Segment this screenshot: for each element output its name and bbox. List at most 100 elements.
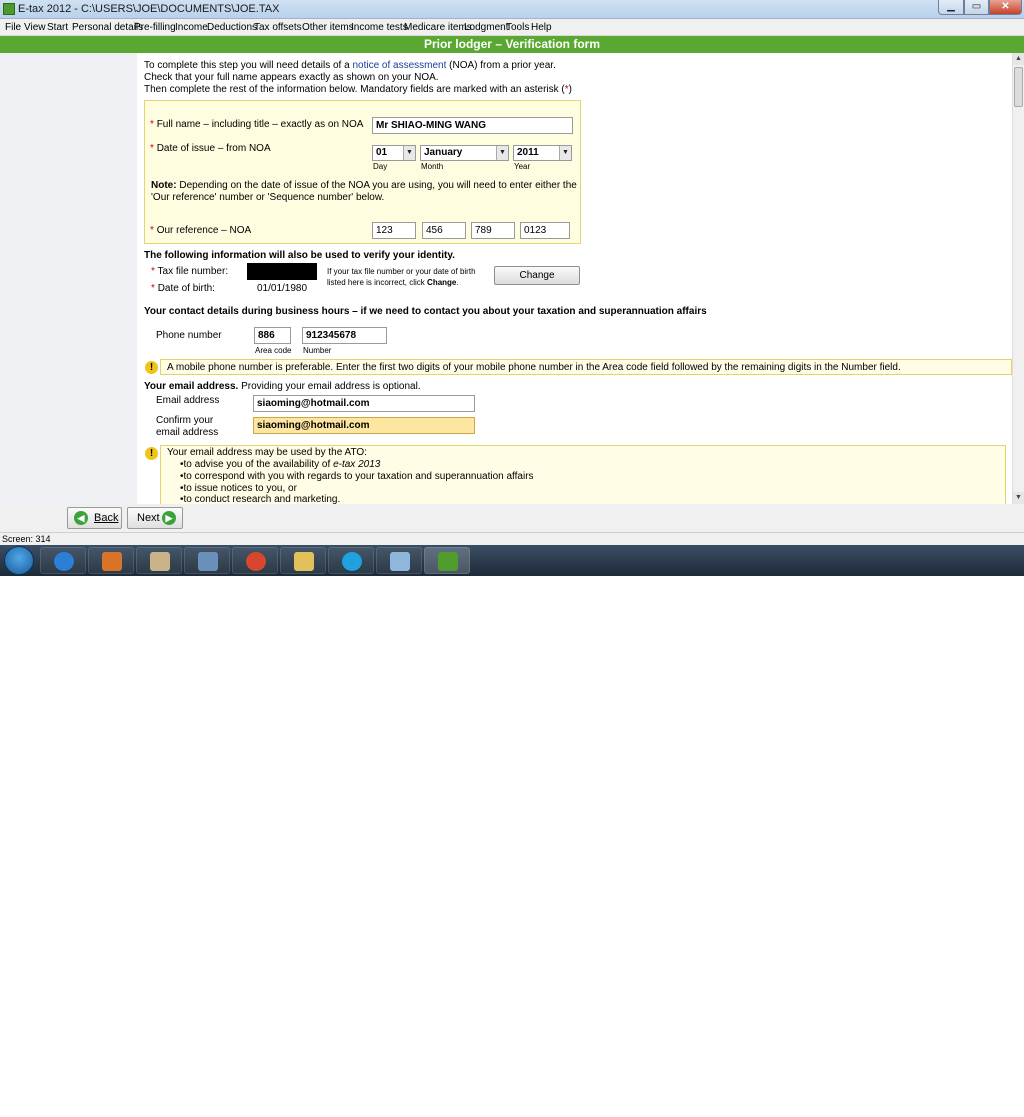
intro-line-2: Check that your full name appears exactl…	[144, 72, 439, 83]
taskbar-skype-icon[interactable]	[328, 547, 374, 574]
back-arrow-icon: ◀	[74, 511, 88, 525]
noa-link[interactable]: notice of assessment	[352, 60, 446, 71]
asterisk: *	[151, 283, 155, 294]
asterisk: *	[151, 266, 155, 277]
back-button[interactable]: ◀ Back	[67, 507, 122, 529]
next-arrow-icon: ▶	[162, 511, 176, 525]
email-bullet-4: •to conduct research and marketing.	[180, 494, 341, 504]
menu-file[interactable]: File	[5, 22, 21, 33]
menu-view[interactable]: View	[24, 22, 46, 33]
intro-line-1: To complete this step you will need deta…	[144, 60, 556, 71]
bullet-text: to correspond with you with regards to y…	[183, 471, 534, 482]
menu-bar: File View Start Personal details Pre-fil…	[0, 19, 1024, 36]
email-label: Email address	[156, 395, 220, 406]
taskbar-ie-icon[interactable]	[40, 547, 86, 574]
year-select[interactable]: 2011 ▼	[513, 145, 572, 161]
day-caption: Day	[373, 162, 388, 171]
menu-tools[interactable]: Tools	[506, 22, 529, 33]
month-caption: Month	[421, 162, 444, 171]
area-code-field[interactable]: 886	[254, 327, 291, 344]
label-text: Tax file number:	[157, 266, 229, 277]
bullet-italic: e-tax 2013	[333, 459, 381, 470]
taskbar-calculator-icon[interactable]	[136, 547, 182, 574]
hint-bold: Change	[427, 278, 457, 287]
email-info-title: Your email address may be used by the AT…	[167, 447, 367, 458]
label-text: Date of issue – from NOA	[156, 143, 271, 154]
taskbar-paint-icon[interactable]	[376, 547, 422, 574]
taskbar-folder-icon[interactable]	[280, 547, 326, 574]
menu-income-tests[interactable]: Income tests	[351, 22, 408, 33]
menu-lodgment[interactable]: Lodgment	[464, 22, 508, 33]
full-name-label: * Full name – including title – exactly …	[150, 119, 363, 130]
info-icon: !	[145, 361, 158, 374]
info-icon: !	[145, 447, 158, 460]
screen-number: Screen: 314	[2, 534, 51, 544]
email-heading: Your email address. Providing your email…	[144, 381, 421, 392]
bullet-text: to conduct research and marketing.	[183, 494, 341, 504]
ref-field-2[interactable]: 456	[422, 222, 466, 239]
vertical-scrollbar[interactable]: ▲ ▼	[1012, 53, 1024, 504]
menu-help[interactable]: Help	[531, 22, 552, 33]
note-bold: Note:	[151, 180, 177, 191]
window-title: E-tax 2012 - C:\USERS\JOE\DOCUMENTS\JOE.…	[18, 3, 280, 15]
menu-tax-offsets[interactable]: Tax offsets	[254, 22, 302, 33]
year-value: 2011	[517, 147, 539, 158]
menu-other-items[interactable]: Other items	[302, 22, 354, 33]
left-margin	[0, 53, 137, 504]
our-reference-label: * Our reference – NOA	[150, 225, 251, 236]
area-code-caption: Area code	[255, 346, 292, 355]
menu-personal-details[interactable]: Personal details	[72, 22, 143, 33]
title-bar: E-tax 2012 - C:\USERS\JOE\DOCUMENTS\JOE.…	[0, 0, 1024, 19]
dob-label: * Date of birth:	[151, 283, 215, 294]
chevron-down-icon[interactable]: ▼	[496, 146, 508, 160]
menu-start[interactable]: Start	[47, 22, 68, 33]
identity-heading: The following information will also be u…	[144, 250, 455, 261]
email-bullet-3: •to issue notices to you, or	[180, 483, 297, 494]
taskbar-media-icon[interactable]	[88, 547, 134, 574]
scroll-up-icon[interactable]: ▲	[1013, 53, 1024, 65]
status-bar: Screen: 314	[0, 532, 1024, 545]
taskbar-etax-icon[interactable]	[424, 547, 470, 574]
email-field[interactable]: siaoming@hotmail.com	[253, 395, 475, 412]
phone-info-text: A mobile phone number is preferable. Ent…	[167, 362, 901, 373]
maximize-button[interactable]: ▭	[964, 0, 989, 15]
next-button[interactable]: Next ▶	[127, 507, 183, 529]
chevron-down-icon[interactable]: ▼	[403, 146, 415, 160]
menu-income[interactable]: Income	[175, 22, 208, 33]
asterisk: *	[150, 119, 154, 130]
label-text: Full name – including title – exactly as…	[156, 119, 364, 130]
date-of-issue-label: * Date of issue – from NOA	[150, 143, 271, 154]
number-caption: Number	[303, 346, 332, 355]
menu-deductions[interactable]: Deductions	[207, 22, 257, 33]
scroll-down-icon[interactable]: ▼	[1013, 492, 1024, 504]
month-select[interactable]: January ▼	[420, 145, 509, 161]
day-select[interactable]: 01 ▼	[372, 145, 416, 161]
email-heading-text: Providing your email address is optional…	[241, 381, 421, 392]
scroll-thumb[interactable]	[1014, 67, 1023, 107]
asterisk: *	[150, 225, 154, 236]
start-button-icon[interactable]	[4, 546, 34, 575]
menu-medicare-items[interactable]: Medicare items	[404, 22, 472, 33]
tfn-redacted	[247, 263, 317, 280]
full-name-field[interactable]: Mr SHIAO-MING WANG	[372, 117, 573, 134]
menu-pre-filling[interactable]: Pre-filling	[134, 22, 176, 33]
phone-number-field[interactable]: 912345678	[302, 327, 387, 344]
taskbar-tool-icon[interactable]	[184, 547, 230, 574]
ref-field-4[interactable]: 0123	[520, 222, 570, 239]
ref-field-1[interactable]: 123	[372, 222, 416, 239]
confirm-email-field[interactable]: siaoming@hotmail.com	[253, 417, 475, 434]
close-button[interactable]: ✕	[989, 0, 1022, 15]
ref-field-3[interactable]: 789	[471, 222, 515, 239]
intro-text: (NOA) from a prior year.	[449, 60, 556, 71]
page-title: Prior lodger – Verification form	[0, 36, 1024, 53]
taskbar-chrome-icon[interactable]	[232, 547, 278, 574]
phone-label: Phone number	[156, 330, 222, 341]
minimize-button[interactable]: ▁	[938, 0, 964, 15]
chevron-down-icon[interactable]: ▼	[559, 146, 571, 160]
intro-line-3: Then complete the rest of the informatio…	[144, 84, 572, 95]
label-text: Date of birth:	[157, 283, 215, 294]
intro-text: Then complete the rest of the informatio…	[144, 84, 565, 95]
identity-hint-1: If your tax file number or your date of …	[327, 267, 476, 276]
change-button[interactable]: Change	[494, 266, 580, 285]
label-text: Our reference – NOA	[156, 225, 252, 236]
